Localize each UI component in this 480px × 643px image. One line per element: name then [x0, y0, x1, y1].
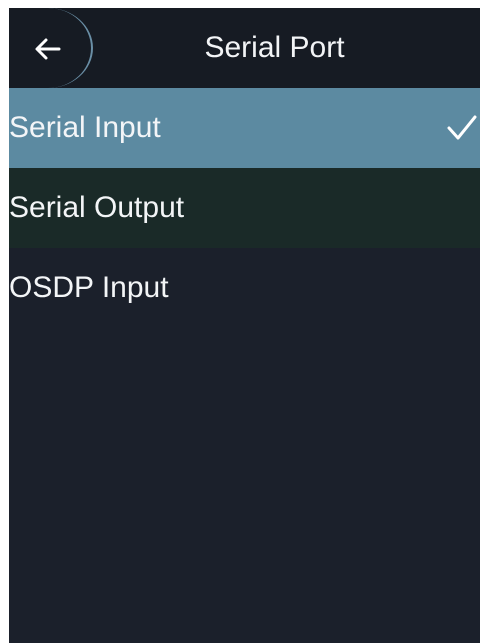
device-screen: Serial Port Serial Input Serial Output O…	[9, 8, 480, 643]
list-item-label: Serial Input	[9, 111, 161, 144]
list-item-serial-input[interactable]: Serial Input	[9, 88, 480, 168]
list-item-osdp-input[interactable]: OSDP Input	[9, 248, 480, 328]
back-button[interactable]	[9, 8, 93, 88]
list-item-serial-output[interactable]: Serial Output	[9, 168, 480, 248]
serial-port-list: Serial Input Serial Output OSDP Input	[9, 88, 480, 328]
list-item-label: Serial Output	[9, 191, 185, 224]
checkmark-icon	[447, 115, 477, 140]
list-item-label: OSDP Input	[9, 271, 169, 304]
header-bar: Serial Port	[9, 8, 480, 88]
page-title: Serial Port	[204, 31, 345, 64]
back-arrow-icon	[35, 38, 61, 60]
